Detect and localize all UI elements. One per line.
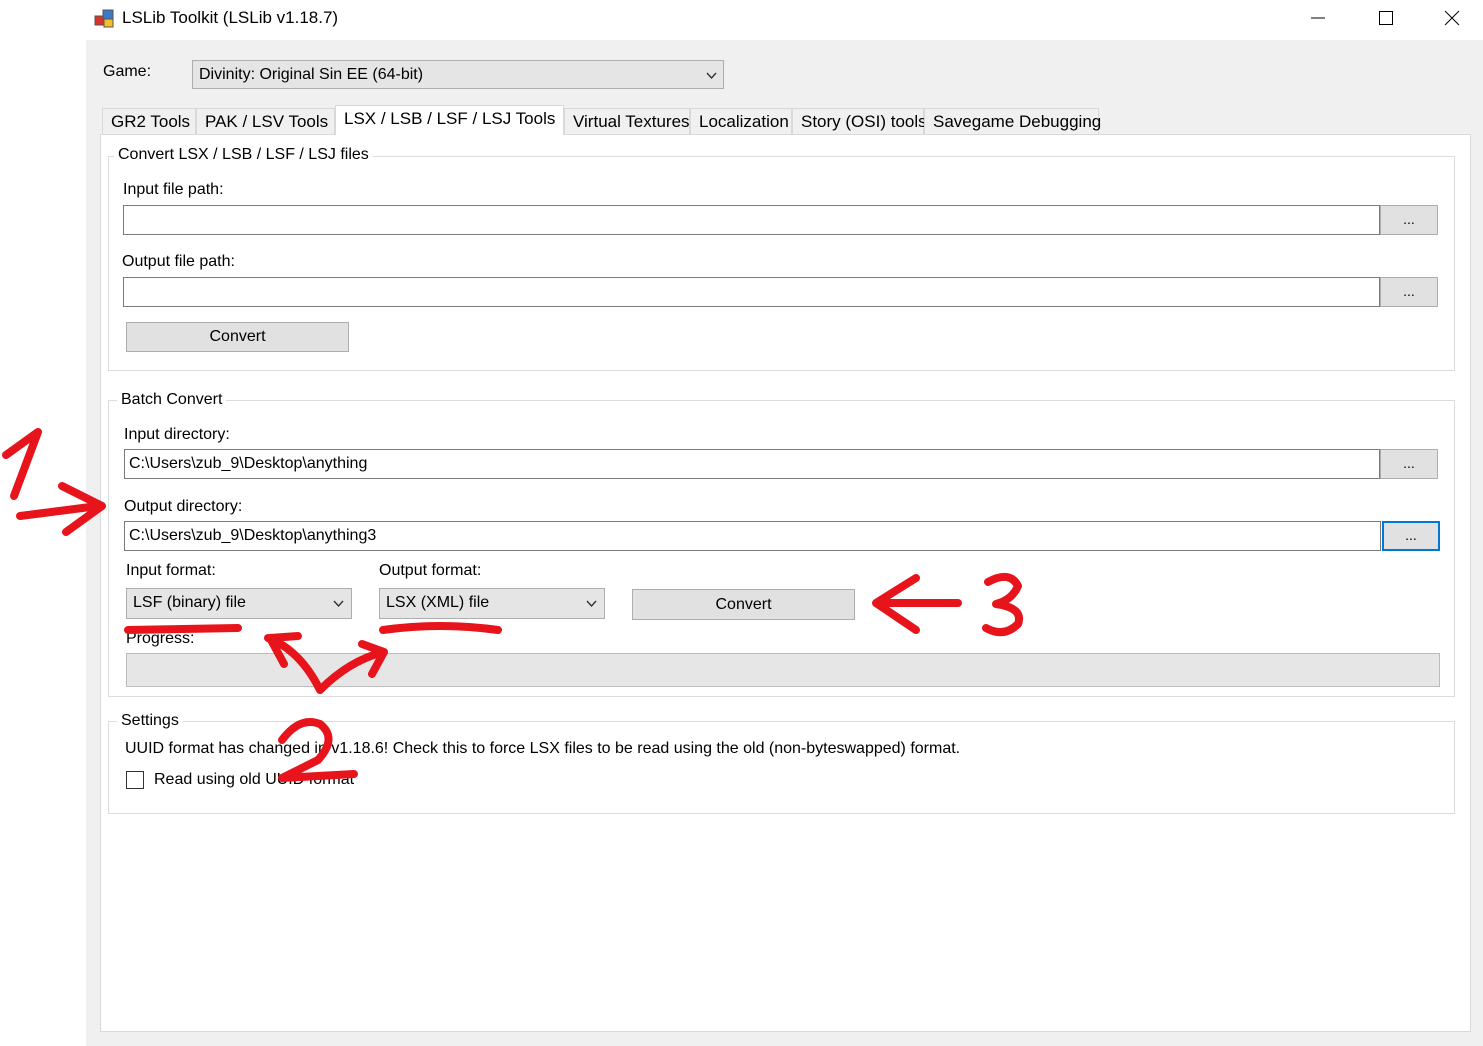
input-directory-field[interactable]: C:\Users\zub_9\Desktop\anything [124, 449, 1380, 479]
input-file-path-field[interactable] [123, 205, 1380, 235]
progress-bar [126, 653, 1440, 687]
tab-story-osi-tools[interactable]: Story (OSI) tools [792, 108, 927, 134]
maximize-icon [1379, 11, 1393, 25]
output-format-value: LSX (XML) file [386, 594, 490, 611]
chevron-down-icon [586, 600, 597, 608]
output-file-path-label: Output file path: [122, 253, 235, 270]
app-icon [94, 7, 116, 29]
game-select-value: Divinity: Original Sin EE (64-bit) [199, 66, 424, 83]
close-icon [1444, 10, 1460, 26]
uuid-format-note: UUID format has changed in v1.18.6! Chec… [125, 740, 961, 757]
output-file-browse-button[interactable]: ... [1380, 277, 1438, 307]
old-uuid-format-label[interactable]: Read using old UUID format [154, 771, 354, 789]
output-directory-label: Output directory: [124, 498, 243, 515]
tab-localization[interactable]: Localization [690, 108, 792, 134]
annotation-number-1 [2, 428, 42, 500]
input-directory-label: Input directory: [124, 426, 230, 443]
chevron-down-icon [333, 600, 344, 608]
tab-lsx-lsb-lsf-lsj-tools[interactable]: LSX / LSB / LSF / LSJ Tools [335, 105, 564, 135]
input-file-path-label: Input file path: [123, 181, 224, 198]
input-directory-browse-button[interactable]: ... [1380, 449, 1438, 479]
output-format-label: Output format: [379, 562, 482, 579]
batch-convert-button[interactable]: Convert [632, 589, 855, 620]
tab-gr2-tools[interactable]: GR2 Tools [102, 108, 196, 134]
convert-files-legend: Convert LSX / LSB / LSF / LSJ files [114, 146, 373, 164]
settings-group [108, 721, 1455, 814]
convert-button[interactable]: Convert [126, 322, 349, 352]
minimize-button[interactable] [1286, 0, 1350, 36]
old-uuid-format-checkbox[interactable] [126, 771, 144, 789]
tab-savegame-debugging[interactable]: Savegame Debugging [924, 108, 1101, 134]
tab-virtual-textures[interactable]: Virtual Textures [564, 108, 690, 134]
window-title: LSLib Toolkit (LSLib v1.18.7) [122, 8, 339, 27]
game-select[interactable]: Divinity: Original Sin EE (64-bit) [192, 60, 724, 89]
progress-label: Progress: [126, 630, 195, 647]
output-directory-field[interactable]: C:\Users\zub_9\Desktop\anything3 [124, 521, 1381, 551]
maximize-button[interactable] [1354, 0, 1418, 36]
minimize-icon [1311, 17, 1325, 19]
settings-legend: Settings [117, 712, 183, 730]
chevron-down-icon [706, 72, 717, 80]
tab-pak-lsv-tools[interactable]: PAK / LSV Tools [196, 108, 335, 134]
input-format-label: Input format: [126, 562, 216, 579]
output-file-path-field[interactable] [123, 277, 1380, 307]
input-file-browse-button[interactable]: ... [1380, 205, 1438, 235]
output-directory-browse-button[interactable]: ... [1382, 521, 1440, 551]
batch-convert-legend: Batch Convert [117, 391, 227, 409]
input-format-select[interactable]: LSF (binary) file [126, 588, 352, 619]
input-format-value: LSF (binary) file [133, 594, 246, 611]
game-label: Game: [103, 63, 152, 80]
close-button[interactable] [1420, 0, 1483, 36]
output-format-select[interactable]: LSX (XML) file [379, 588, 605, 619]
